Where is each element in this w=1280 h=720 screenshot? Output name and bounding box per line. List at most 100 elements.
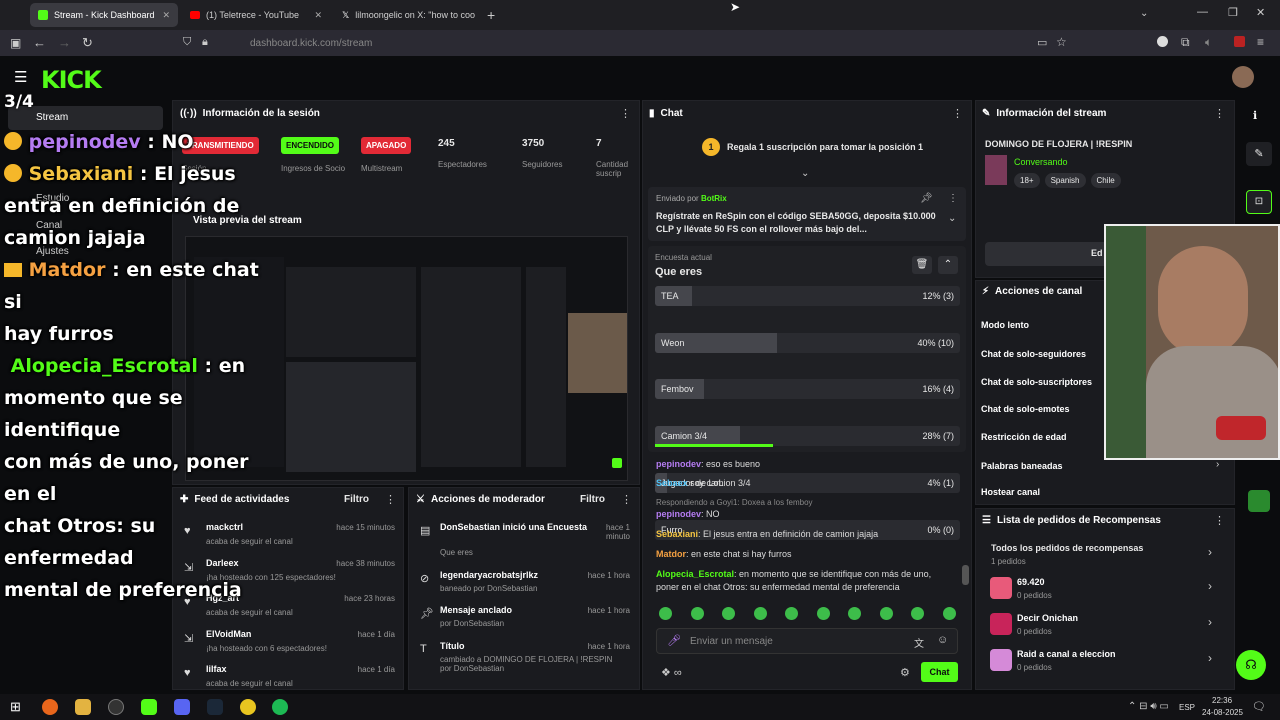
close-tab-icon[interactable]: ✕ (162, 10, 170, 21)
steam-icon[interactable] (207, 699, 223, 715)
emote-icon[interactable] (690, 607, 704, 620)
tab-kick-dashboard[interactable]: Stream - Kick Dashboard ✕ (30, 3, 178, 27)
lock-icon[interactable]: 🔒︎ (202, 36, 208, 49)
tray-icons[interactable]: ⌃ ⊟ 🔊︎ ▭ (1128, 701, 1169, 712)
notification-icon[interactable]: 🗨︎ (1252, 700, 1266, 713)
new-tab-button[interactable]: + (487, 7, 495, 23)
feed-filter-button[interactable]: Filtro (344, 494, 369, 505)
obs-icon[interactable] (108, 699, 124, 715)
tab-youtube[interactable]: (1) Teletrece - YouTube ✕ (182, 3, 330, 27)
hamburger-menu-icon[interactable]: ☰ (14, 68, 27, 86)
chat-settings-icon[interactable]: ⚙ (900, 666, 910, 679)
chat-username[interactable]: Sebaxiani (656, 529, 698, 539)
emote-icon[interactable] (785, 607, 798, 620)
clock-time[interactable]: 22:36 (1212, 696, 1232, 705)
restore-button[interactable]: ❐ (1228, 6, 1238, 19)
chat-message[interactable]: Alopecia_Escrotal: en momento que se ide… (656, 569, 931, 579)
emoji-icon[interactable]: ☺ (937, 634, 948, 646)
rewards-more-icon[interactable]: ⋮ (1214, 514, 1225, 527)
gift-sub-banner[interactable]: Regala 1 suscripción para tomar la posic… (727, 142, 923, 152)
emote-icon[interactable] (911, 607, 924, 620)
collapse-poll-icon[interactable]: ⌃ (938, 256, 958, 274)
clock-date[interactable]: 24-08-2025 (1202, 708, 1243, 717)
file-explorer-icon[interactable] (75, 699, 91, 715)
emote-icon[interactable] (848, 607, 861, 620)
points-icon[interactable]: ❖ ∞ (661, 666, 682, 679)
channel-action-item[interactable]: Chat de solo-emotes (981, 404, 1070, 414)
back-icon[interactable]: ← (33, 35, 46, 50)
url-field[interactable]: dashboard.kick.com/stream (250, 33, 1150, 53)
microphone-icon[interactable]: 🎤︎ (667, 634, 681, 647)
close-window-button[interactable]: ✕ (1256, 6, 1265, 19)
capture-tool-icon[interactable]: ⊡ (1246, 190, 1272, 214)
green-tool-icon[interactable] (1248, 490, 1270, 512)
bookmark-star-icon[interactable]: ☆ (1056, 35, 1067, 49)
reward-name[interactable]: 69.420 (1017, 577, 1045, 587)
session-more-icon[interactable]: ⋮ (620, 107, 631, 120)
language-indicator[interactable]: ESP (1179, 703, 1195, 712)
chat-username[interactable]: pepinodev (656, 509, 701, 519)
chevron-right-icon[interactable]: › (1208, 615, 1212, 629)
close-tab-icon[interactable]: ✕ (481, 10, 482, 21)
chevron-right-icon[interactable]: › (1208, 651, 1212, 665)
feed-user[interactable]: lilfax (206, 664, 227, 674)
delete-poll-icon[interactable]: 🗑︎ (912, 256, 932, 274)
translate-icon[interactable]: 文 (914, 635, 924, 650)
feed-more-icon[interactable]: ⋮ (385, 493, 396, 506)
firefox-icon[interactable] (42, 699, 58, 715)
reward-name[interactable]: Raid a canal a eleccion (1017, 649, 1116, 659)
chat-username[interactable]: pepinodev (656, 459, 701, 469)
mod-more-icon[interactable]: ⋮ (621, 493, 632, 506)
channel-action-item[interactable]: Chat de solo-suscriptores (981, 377, 1092, 387)
emote-icon[interactable] (753, 607, 767, 620)
app-icon[interactable] (240, 699, 256, 715)
chevron-right-icon[interactable]: › (1216, 459, 1219, 470)
support-icon[interactable]: ☊ (1236, 650, 1266, 680)
chat-message[interactable]: pepinodev: NO (656, 509, 720, 519)
chevron-right-icon[interactable]: › (1208, 579, 1212, 593)
pinned-more-icon[interactable]: ⋮ (948, 193, 958, 204)
chat-message[interactable]: poner en el chat Otros: su enfermedad me… (656, 582, 900, 592)
emote-icon[interactable] (879, 607, 893, 620)
edit-tool-icon[interactable]: ✎ (1246, 142, 1272, 166)
tab-x[interactable]: 𝕏 lilmoongelic on X: "how to coo✕ (334, 3, 482, 27)
tab-list-icon[interactable]: ⌄ (1140, 8, 1148, 19)
avatar[interactable] (1232, 66, 1254, 88)
info-more-icon[interactable]: ⋮ (1214, 107, 1225, 120)
discord-icon[interactable] (174, 699, 190, 715)
chat-message[interactable]: Matdor: en este chat si hay furros (656, 549, 792, 559)
minimize-button[interactable]: — (1197, 6, 1208, 18)
kick-logo[interactable]: KICK (41, 66, 102, 94)
chevron-right-icon[interactable]: › (1208, 545, 1212, 559)
emote-icon[interactable] (722, 607, 735, 620)
pin-icon[interactable]: 📌︎ (920, 193, 933, 204)
stream-category[interactable]: Conversando (1014, 157, 1068, 167)
spotify-icon[interactable] (272, 699, 288, 715)
chat-message[interactable]: Respondiendo a Goyi1: Doxea a los femboy (656, 498, 813, 507)
mute-icon[interactable]: 🔈︎ (1205, 35, 1212, 50)
emote-icon[interactable] (816, 607, 830, 620)
chat-message[interactable]: Sebaxiani: El jesus entra en definición … (656, 529, 878, 539)
channel-action-item[interactable]: Modo lento (981, 320, 1029, 330)
all-rewards-link[interactable]: Todos los pedidos de recompensas (991, 543, 1143, 553)
extensions-puzzle-icon[interactable]: ⧉ (1181, 35, 1190, 50)
chevron-down-icon[interactable]: ⌄ (948, 213, 956, 224)
close-tab-icon[interactable]: ✕ (314, 10, 322, 21)
chat-scrollbar[interactable] (962, 565, 969, 585)
forward-icon[interactable]: → (58, 35, 71, 50)
reload-icon[interactable]: ↻ (82, 35, 93, 51)
send-chat-button[interactable]: Chat (921, 662, 958, 682)
extension-icon[interactable] (1157, 36, 1168, 47)
mod-filter-button[interactable]: Filtro (580, 494, 605, 505)
chat-message[interactable]: pepinodev: eso es bueno (656, 459, 760, 469)
chat-message[interactable]: Sebaex soy camion 3/4 (656, 478, 751, 488)
channel-action-item[interactable]: Restricción de edad (981, 432, 1067, 442)
ublock-icon[interactable] (1234, 36, 1245, 47)
channel-action-item[interactable]: Hostear canal (981, 487, 1040, 497)
kick-app-icon[interactable] (141, 699, 157, 715)
info-icon[interactable]: ℹ (1253, 109, 1257, 122)
windows-start-icon[interactable]: ⊞ (10, 699, 21, 715)
shield-icon[interactable]: ⛉ (183, 36, 191, 49)
channel-action-item[interactable]: Chat de solo-seguidores (981, 349, 1086, 359)
feed-user[interactable]: ElVoidMan (206, 629, 251, 639)
